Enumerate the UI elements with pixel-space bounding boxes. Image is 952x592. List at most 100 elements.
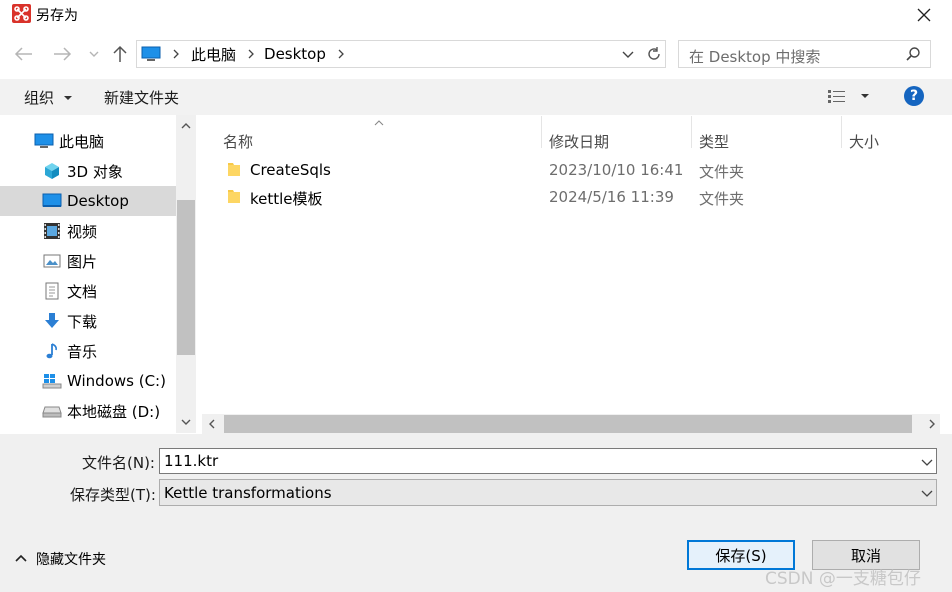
back-arrow-icon bbox=[14, 47, 32, 61]
organize-label: 组织 bbox=[24, 89, 55, 107]
sidebar-item-pictures[interactable]: 图片 bbox=[0, 246, 176, 276]
recent-locations-button[interactable] bbox=[88, 46, 102, 62]
app-icon bbox=[12, 4, 31, 23]
scroll-up-button[interactable] bbox=[180, 120, 192, 136]
sidebar-item-label: 图片 bbox=[67, 252, 98, 271]
chevron-down-icon bbox=[921, 490, 933, 497]
column-divider[interactable] bbox=[841, 116, 842, 148]
file-modified: 2024/5/16 11:39 bbox=[549, 188, 674, 206]
filename-input[interactable]: 111.ktr bbox=[159, 448, 937, 474]
music-icon bbox=[42, 342, 62, 360]
chevron-up-icon bbox=[374, 120, 384, 126]
search-box[interactable]: 在 Desktop 中搜索 bbox=[678, 40, 931, 68]
forward-button[interactable] bbox=[52, 44, 78, 66]
help-button[interactable]: ? bbox=[904, 86, 924, 106]
sidebar-item-label: 视频 bbox=[67, 222, 98, 241]
up-button[interactable] bbox=[110, 44, 132, 66]
video-icon bbox=[42, 222, 62, 240]
column-header-modified[interactable]: 修改日期 bbox=[549, 131, 609, 152]
caret-down-icon bbox=[861, 94, 869, 98]
table-row[interactable]: kettle模板 2024/5/16 11:39 文件夹 bbox=[200, 184, 940, 210]
chevron-right-icon bbox=[929, 419, 935, 429]
close-icon bbox=[917, 8, 931, 22]
chevron-right-icon bbox=[173, 49, 179, 59]
chevron-down-icon bbox=[89, 51, 99, 57]
filename-label: 文件名(N): bbox=[82, 454, 155, 472]
up-arrow-icon bbox=[113, 45, 127, 62]
pc-icon bbox=[34, 132, 54, 150]
sidebar-item-label: 本地磁盘 (D:) bbox=[67, 402, 161, 421]
filetype-select[interactable]: Kettle transformations bbox=[159, 479, 937, 506]
sort-ascending-indicator bbox=[373, 115, 385, 131]
address-bar[interactable]: 此电脑 Desktop bbox=[136, 40, 666, 68]
column-divider[interactable] bbox=[541, 116, 542, 148]
watermark: CSDN @一支糖包仔 bbox=[765, 569, 921, 589]
sidebar-item-this-pc[interactable]: 此电脑 bbox=[0, 126, 176, 156]
picture-icon bbox=[42, 252, 62, 270]
file-type: 文件夹 bbox=[699, 190, 745, 208]
breadcrumb-desktop[interactable]: Desktop bbox=[264, 45, 326, 63]
sidebar-item-label: 此电脑 bbox=[59, 132, 105, 151]
column-header-size[interactable]: 大小 bbox=[849, 131, 879, 152]
search-icon bbox=[906, 47, 920, 61]
sidebar-item-documents[interactable]: 文档 bbox=[0, 276, 176, 306]
sidebar-item-local-disk-d[interactable]: 本地磁盘 (D:) bbox=[0, 396, 176, 426]
cube-icon bbox=[42, 162, 62, 180]
breadcrumb-pc[interactable]: 此电脑 bbox=[191, 44, 236, 65]
sidebar-item-label: 音乐 bbox=[67, 342, 98, 361]
details-view-icon bbox=[828, 90, 845, 103]
hide-folders-label: 隐藏文件夹 bbox=[36, 552, 106, 568]
scroll-left-button[interactable] bbox=[206, 418, 218, 434]
file-type: 文件夹 bbox=[699, 163, 745, 181]
window-title: 另存为 bbox=[36, 8, 78, 24]
refresh-icon bbox=[647, 47, 660, 60]
table-row[interactable]: CreateSqls 2023/10/10 16:41 文件夹 bbox=[200, 157, 940, 183]
windows-drive-icon bbox=[42, 372, 62, 390]
chevron-right-icon bbox=[338, 49, 344, 59]
sidebar-item-downloads[interactable]: 下载 bbox=[0, 306, 176, 336]
sidebar-item-3d-objects[interactable]: 3D 对象 bbox=[0, 156, 176, 186]
caret-down-icon bbox=[63, 96, 72, 100]
sidebar-item-label: Windows (C:) bbox=[67, 372, 166, 390]
chevron-left-icon bbox=[209, 419, 215, 429]
close-button[interactable] bbox=[900, 0, 948, 30]
scroll-right-button[interactable] bbox=[926, 418, 938, 434]
title-bar: 另存为 bbox=[0, 0, 952, 30]
back-button[interactable] bbox=[12, 44, 38, 66]
organize-menu[interactable]: 组织 bbox=[24, 87, 73, 108]
document-icon bbox=[42, 282, 62, 300]
sidebar-item-videos[interactable]: 视频 bbox=[0, 216, 176, 246]
hscrollbar-thumb[interactable] bbox=[224, 415, 912, 433]
folder-icon bbox=[228, 163, 240, 176]
column-divider[interactable] bbox=[691, 116, 692, 148]
refresh-button[interactable] bbox=[642, 40, 666, 68]
sidebar-item-desktop[interactable]: Desktop bbox=[0, 186, 176, 216]
scroll-down-button[interactable] bbox=[180, 416, 192, 432]
view-options-button[interactable] bbox=[826, 86, 874, 106]
forward-arrow-icon bbox=[54, 47, 72, 61]
help-icon: ? bbox=[909, 88, 919, 104]
search-placeholder: 在 Desktop 中搜索 bbox=[689, 48, 821, 66]
navigation-scrollbar-thumb[interactable] bbox=[177, 200, 195, 355]
chevron-right-icon bbox=[248, 49, 254, 59]
address-history-dropdown[interactable] bbox=[620, 44, 638, 64]
sidebar-item-label: 下载 bbox=[67, 312, 98, 331]
sidebar-item-music[interactable]: 音乐 bbox=[0, 336, 176, 366]
column-header-type[interactable]: 类型 bbox=[699, 131, 729, 152]
new-folder-button[interactable]: 新建文件夹 bbox=[104, 87, 179, 108]
navigation-pane: 此电脑 3D 对象 Desktop 视频 图片 文档 下载 音乐 Windows… bbox=[0, 115, 196, 433]
hide-folders-toggle[interactable]: 隐藏文件夹 bbox=[14, 549, 106, 569]
file-modified: 2023/10/10 16:41 bbox=[549, 161, 684, 179]
sidebar-item-label: 文档 bbox=[67, 282, 98, 301]
chevron-down-icon bbox=[622, 51, 634, 58]
sidebar-item-windows-c[interactable]: Windows (C:) bbox=[0, 366, 176, 396]
sidebar-item-label: Desktop bbox=[67, 192, 129, 210]
file-name: CreateSqls bbox=[250, 161, 331, 179]
pc-icon bbox=[141, 46, 161, 61]
drive-icon bbox=[42, 402, 62, 420]
column-header-name[interactable]: 名称 bbox=[223, 131, 253, 152]
filename-value: 111.ktr bbox=[164, 452, 219, 470]
chevron-up-icon bbox=[15, 554, 27, 562]
chevron-down-icon bbox=[181, 419, 191, 425]
file-name: kettle模板 bbox=[250, 190, 323, 208]
